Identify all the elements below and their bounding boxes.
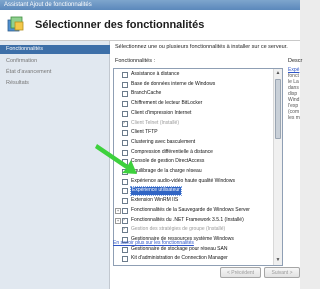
page-title: Sélectionner des fonctionnalités (35, 19, 205, 31)
feature-row[interactable]: Extension WinRM IIS (114, 197, 274, 205)
feature-label: Client Telnet (Installé) (131, 119, 179, 126)
feature-checkbox[interactable] (122, 110, 128, 117)
feature-checkbox[interactable] (122, 178, 128, 185)
sidebar-step-confirmation: Confirmation (6, 58, 38, 64)
feature-row[interactable]: Assistance à distance (114, 71, 274, 78)
feature-checkbox[interactable] (122, 198, 128, 205)
description-label: Descr (288, 58, 303, 64)
feature-label: Expérience utilisateur (130, 186, 182, 196)
features-label: Fonctionnalités : (115, 58, 156, 64)
feature-checkbox[interactable] (122, 246, 128, 253)
scroll-down-icon[interactable]: ▼ (275, 257, 281, 264)
feature-checkbox[interactable] (122, 120, 128, 127)
feature-checkbox[interactable] (122, 256, 128, 263)
feature-row[interactable]: Gestionnaire de stockage pour réseau SAN (114, 246, 274, 253)
feature-checkbox[interactable] (122, 91, 128, 98)
window-titlebar: Assistant Ajout de fonctionnalités (0, 0, 300, 10)
feature-label: Expérience audio-vidéo haute qualité Win… (131, 177, 235, 184)
feature-row[interactable]: Console de gestion DirectAccess (114, 158, 274, 166)
feature-checkbox[interactable] (122, 217, 128, 224)
learn-more-link[interactable]: En savoir plus sur les fonctionnalités (113, 240, 194, 246)
features-scrollbar[interactable]: ▲ ▼ (273, 69, 282, 265)
feature-checkbox[interactable] (122, 72, 128, 78)
add-features-icon (7, 16, 24, 32)
feature-label: Chiffrement de lecteur BitLocker (131, 100, 203, 107)
wizard-content: Sélectionnez une ou plusieurs fonctionna… (110, 41, 303, 289)
feature-label: Gestionnaire de stockage pour réseau SAN (131, 245, 228, 252)
feature-label: BranchCache (131, 90, 162, 97)
feature-checkbox[interactable] (122, 188, 128, 195)
feature-row[interactable]: Équilibrage de la charge réseau (114, 168, 274, 175)
feature-label: Fonctionnalités de la Sauvegarde de Wind… (131, 206, 250, 213)
scroll-up-icon[interactable]: ▲ (275, 70, 281, 77)
feature-label: Client d'impression Internet (131, 109, 192, 116)
feature-checkbox[interactable] (122, 101, 128, 108)
sidebar-step-progress: État d'avancement (6, 69, 52, 75)
feature-label: Extension WinRM IIS (131, 197, 179, 204)
feature-checkbox[interactable] (122, 130, 128, 137)
feature-row[interactable]: Base de données interne de Windows (114, 81, 274, 88)
feature-row[interactable]: BranchCache (114, 90, 274, 98)
feature-label: Client TFTP (131, 129, 158, 136)
description-text: les m (288, 115, 300, 121)
feature-row[interactable]: Compression différentielle à distance (114, 149, 274, 156)
expand-icon[interactable]: + (115, 217, 121, 224)
feature-checkbox[interactable] (122, 207, 128, 214)
feature-label: Console de gestion DirectAccess (131, 158, 205, 165)
wizard-steps-sidebar: Fonctionnalités Confirmation État d'avan… (0, 41, 110, 289)
scroll-thumb[interactable] (275, 79, 281, 139)
feature-row[interactable]: + Fonctionnalités de la Sauvegarde de Win… (114, 207, 274, 214)
sidebar-step-features[interactable]: Fonctionnalités (0, 45, 110, 54)
feature-label: Compression différentielle à distance (131, 148, 213, 155)
features-list[interactable]: Assistance à distance Base de données int… (113, 68, 283, 266)
feature-row[interactable]: Clustering avec basculement (114, 139, 274, 146)
window-title: Assistant Ajout de fonctionnalités (4, 2, 92, 8)
feature-row[interactable]: Chiffrement de lecteur BitLocker (114, 100, 274, 108)
sidebar-step-results: Résultats (6, 80, 29, 86)
feature-label: Kit d'administration de Connection Manag… (131, 255, 228, 262)
expand-icon[interactable]: + (115, 207, 121, 214)
feature-row[interactable]: Kit d'administration de Connection Manag… (114, 255, 274, 263)
feature-row[interactable]: Client TFTP (114, 129, 274, 137)
feature-row[interactable]: Expérience audio-vidéo haute qualité Win… (114, 178, 274, 185)
feature-label: Base de données interne de Windows (131, 80, 216, 87)
next-button[interactable]: Suivant > (264, 267, 300, 278)
feature-checkbox[interactable] (122, 139, 128, 146)
intro-text: Sélectionnez une ou plusieurs fonctionna… (115, 44, 288, 50)
feature-label: Fonctionnalités du .NET Framework 3.5.1 … (131, 216, 244, 223)
feature-label: Assistance à distance (131, 71, 180, 77)
feature-checkbox[interactable] (122, 149, 128, 156)
feature-label: Équilibrage de la charge réseau (131, 168, 202, 174)
feature-label: Gestion des stratégies de groupe (Instal… (131, 226, 226, 233)
feature-row[interactable]: Gestion des stratégies de groupe (Instal… (114, 226, 274, 233)
wizard-header: Sélectionner des fonctionnalités (0, 10, 300, 41)
feature-checkbox[interactable] (122, 226, 128, 233)
previous-button[interactable]: < Précédent (220, 267, 261, 278)
feature-row[interactable]: Client d'impression Internet (114, 110, 274, 117)
feature-row[interactable]: Expérience utilisateur (114, 186, 274, 196)
feature-row[interactable]: + Fonctionnalités du .NET Framework 3.5.1… (114, 217, 274, 224)
feature-checkbox[interactable] (122, 159, 128, 166)
feature-label: Clustering avec basculement (131, 138, 196, 145)
feature-checkbox[interactable] (122, 169, 128, 175)
feature-row[interactable]: Client Telnet (Installé) (114, 120, 274, 127)
feature-checkbox[interactable] (122, 81, 128, 88)
